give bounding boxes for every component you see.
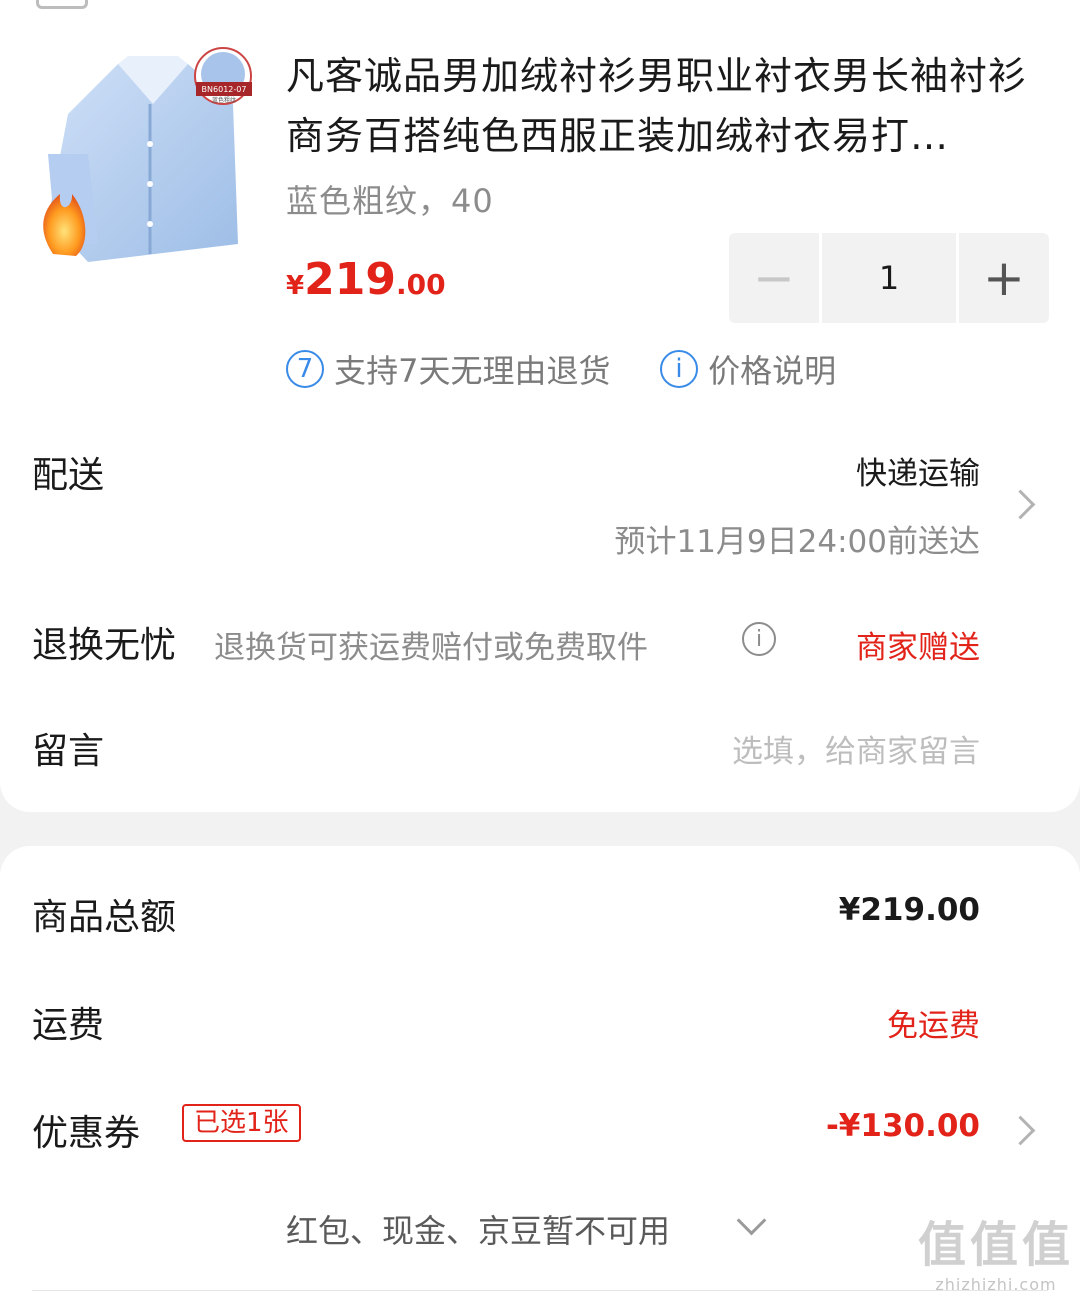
quantity-stepper: − 1 +: [729, 233, 1049, 323]
unavailable-text[interactable]: 红包、现金、京豆暂不可用: [286, 1206, 670, 1252]
shipping-label: 运费: [32, 1005, 105, 1046]
product-spec[interactable]: 蓝色粗纹，40: [286, 176, 494, 222]
coupon-label: 优惠券: [32, 1113, 141, 1154]
chevron-down-icon[interactable]: [736, 1205, 767, 1236]
store-icon: [36, 0, 88, 9]
quantity-value[interactable]: 1: [822, 233, 956, 323]
coupon-tag-wrap: 已选1张: [182, 1104, 301, 1142]
coupon-chevron-icon[interactable]: [1005, 1115, 1036, 1146]
subtotal-label: 商品总额: [32, 897, 177, 938]
product-image[interactable]: BN6012-07 蓝色粗纹: [28, 44, 258, 270]
increase-quantity-button[interactable]: +: [959, 233, 1049, 323]
subtotal-value: ¥219.00: [838, 892, 980, 928]
return-policy[interactable]: 7 支持7天无理由退货: [286, 346, 611, 392]
image-tag-sub: 蓝色粗纹: [212, 96, 236, 104]
price-explanation-text: 价格说明: [708, 352, 837, 390]
return-policy-text: 支持7天无理由退货: [334, 352, 611, 390]
delivery-label: 配送: [32, 455, 105, 496]
watermark-url: zhizhizhi.com: [935, 1275, 1057, 1294]
shirt-image: BN6012-07 蓝色粗纹: [43, 47, 252, 262]
order-item-card: BN6012-07 蓝色粗纹 凡客诚品男加绒衬衫男职业衬衣男长袖衬衫商务百搭纯色…: [0, 0, 1080, 812]
decrease-quantity-button[interactable]: −: [729, 233, 819, 323]
delivery-chevron-icon[interactable]: [1005, 489, 1036, 520]
coupon-value[interactable]: -¥130.00: [826, 1108, 980, 1144]
watermark-logo: 值值值: [917, 1217, 1074, 1273]
delivery-eta[interactable]: 预计11月9日24:00前送达: [614, 516, 980, 561]
message-input[interactable]: 选填，给商家留言: [732, 726, 980, 771]
message-label: 留言: [32, 731, 105, 772]
product-title[interactable]: 凡客诚品男加绒衬衫男职业衬衣男长袖衬衫商务百搭纯色西服正装加绒衬衣易打…: [286, 46, 1046, 166]
product-price: ¥219.00: [286, 254, 446, 305]
seven-day-icon: 7: [286, 350, 324, 388]
coupon-selected-tag: 已选1张: [182, 1104, 301, 1142]
price-decimal: .00: [395, 268, 446, 301]
image-tag-text: BN6012-07: [202, 85, 247, 94]
watermark: 值值值 zhizhizhi.com: [918, 1205, 1074, 1294]
returns-desc: 退换货可获运费赔付或免费取件: [214, 630, 648, 666]
divider: [32, 1290, 1048, 1291]
returns-info-icon[interactable]: i: [742, 622, 776, 656]
info-icon: i: [660, 350, 698, 388]
price-currency: ¥: [286, 271, 305, 301]
delivery-method[interactable]: 快递运输: [856, 448, 980, 493]
shipping-value: 免运费: [887, 1008, 980, 1044]
price-explanation[interactable]: i 价格说明: [660, 346, 836, 392]
price-integer: 219: [304, 254, 396, 305]
returns-label: 退换无忧: [32, 625, 177, 666]
returns-value: 商家赠送: [856, 630, 980, 666]
